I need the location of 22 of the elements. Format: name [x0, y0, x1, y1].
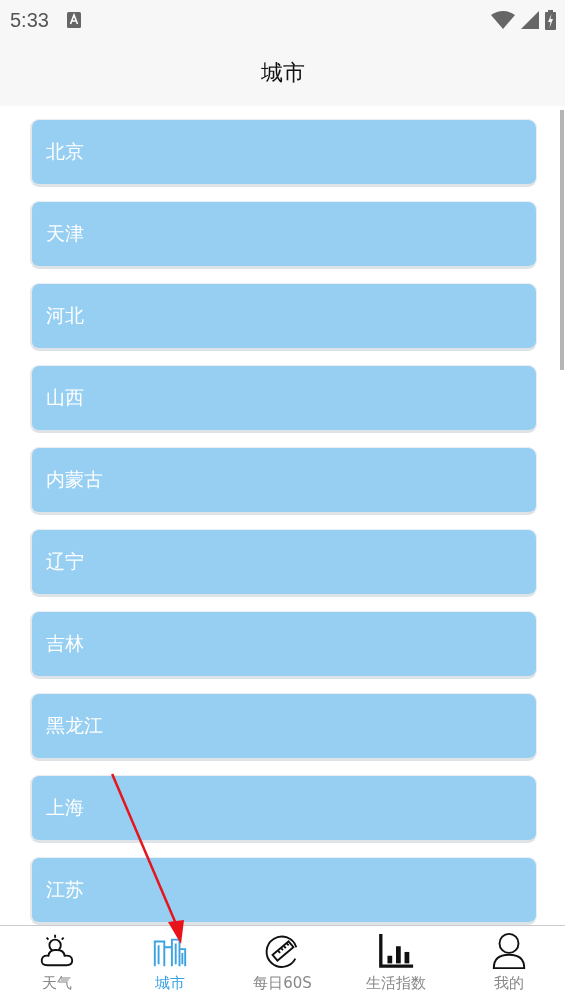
- nav-tab[interactable]: 我的: [452, 926, 565, 1004]
- city-item[interactable]: 黑龙江: [30, 693, 537, 761]
- status-time: 5:33: [10, 8, 49, 32]
- city-item[interactable]: 吉林: [30, 611, 537, 679]
- nav-tab[interactable]: 天气: [0, 926, 113, 1004]
- keyboard-icon: [66, 12, 81, 28]
- wifi-icon: [491, 11, 515, 29]
- signal-icon: [521, 11, 539, 29]
- battery-icon: [545, 10, 556, 30]
- city-item[interactable]: 天津: [30, 201, 537, 269]
- city-item[interactable]: 北京: [30, 119, 537, 187]
- city-item[interactable]: 内蒙古: [30, 447, 537, 515]
- page-title: 城市: [260, 59, 305, 87]
- city-item[interactable]: 河北: [30, 283, 537, 351]
- nav-tab[interactable]: 生活指数: [339, 926, 452, 1004]
- city-item[interactable]: 江苏: [30, 857, 537, 925]
- nav-tab[interactable]: 每日60S: [226, 926, 339, 1004]
- city-item[interactable]: 上海: [30, 775, 537, 843]
- bar-chart-icon: [376, 932, 415, 970]
- nav-tab[interactable]: 城市: [113, 926, 226, 1004]
- city-item[interactable]: 辽宁: [30, 529, 537, 597]
- city-item[interactable]: 山西: [30, 365, 537, 433]
